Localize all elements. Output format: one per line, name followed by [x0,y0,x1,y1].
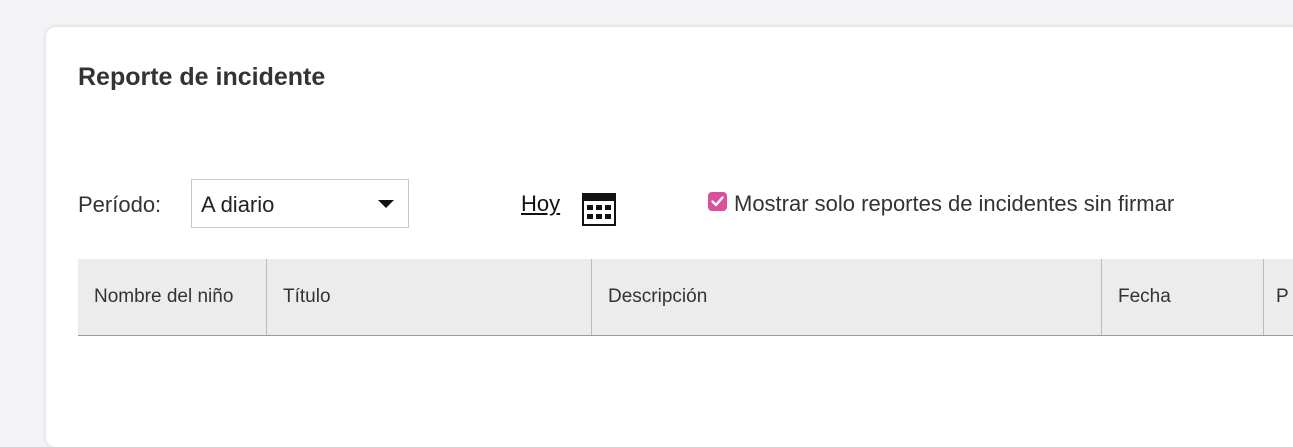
unsigned-only-checkbox[interactable] [708,192,727,211]
column-header-date[interactable]: Fecha [1102,259,1264,335]
filters-bar: Período: A diario Hoy Mostrar solo repor… [78,179,1278,230]
unsigned-only-label: Mostrar solo reportes de incidentes sin … [734,191,1175,216]
period-select-value: A diario [201,192,275,217]
period-label: Período: [78,192,162,217]
table-header: Nombre del niño Título Descripción Fecha… [78,259,1293,336]
incident-report-card: Reporte de incidente Período: A diario H… [46,27,1293,447]
column-header-truncated[interactable]: P [1264,259,1293,335]
chevron-down-icon [378,200,394,208]
period-select[interactable]: A diario [191,179,409,228]
calendar-icon[interactable] [582,193,616,226]
page-title: Reporte de incidente [78,63,326,91]
today-link[interactable]: Hoy [521,191,560,217]
column-header-child-name[interactable]: Nombre del niño [78,259,267,335]
checkmark-icon [711,196,724,207]
column-header-title[interactable]: Título [267,259,592,335]
column-header-description[interactable]: Descripción [592,259,1102,335]
